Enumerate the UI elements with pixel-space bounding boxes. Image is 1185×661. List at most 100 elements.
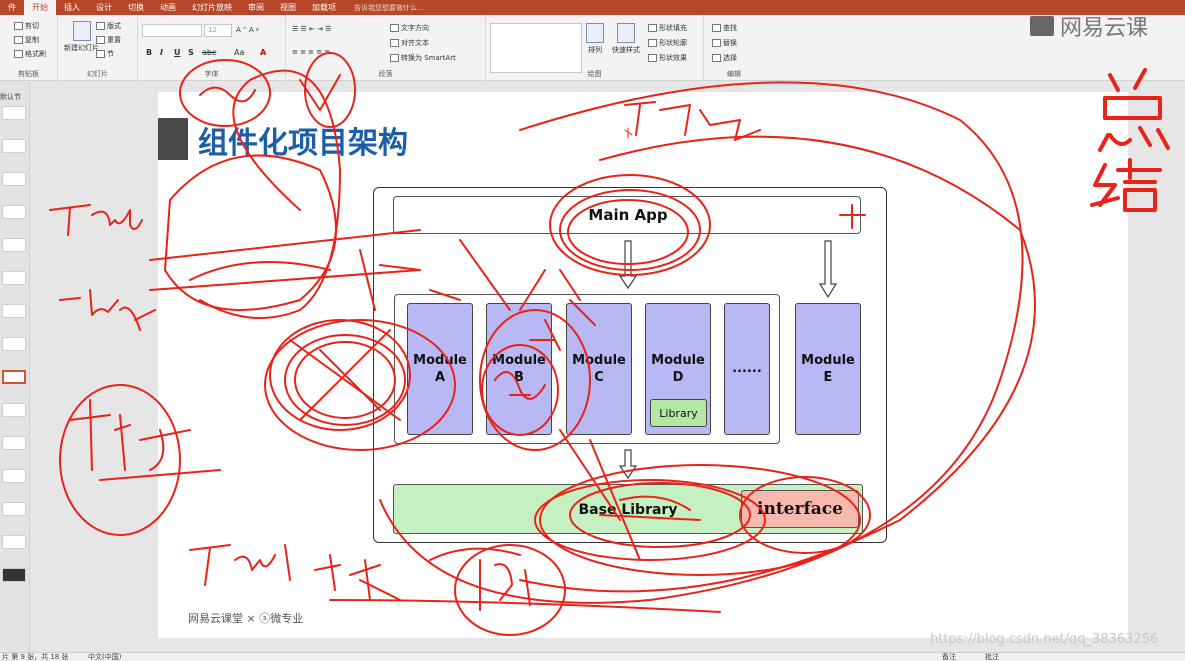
tab-insert[interactable]: 插入 [56,0,88,15]
shadow-button[interactable]: S [188,48,194,57]
replace-label: 替换 [723,39,737,47]
tab-slideshow[interactable]: 幻灯片放映 [184,0,240,15]
comments-button[interactable]: 批注 [985,653,999,661]
arrange-button[interactable]: 排列 [586,23,604,55]
replace-icon [712,39,721,47]
library-box: Library [650,399,707,427]
smartart-button[interactable]: 转换为 SmartArt [390,53,456,63]
pen-icon [648,39,657,47]
find-label: 查找 [723,24,737,32]
slide-thumbnail[interactable] [2,535,26,549]
shape-effects-button[interactable]: 形状效果 [648,53,687,63]
slide-thumbnail[interactable] [2,370,26,384]
tab-animations[interactable]: 动画 [152,0,184,15]
align-icons[interactable]: ≡ ≡ ≡ ≡ ≡ [292,48,330,56]
shape-outline-button[interactable]: 形状轮廓 [648,38,687,48]
slide-thumbnail[interactable] [2,436,26,450]
tell-me-search[interactable]: 告诉我您想要做什么... [354,3,424,13]
slide-canvas[interactable]: 组件化项目架构 Main App Module A Module B Module C… [158,92,1128,638]
select-label: 选择 [723,54,737,62]
drawing-group-label: 绘图 [587,70,602,78]
ribbon-tab-bar: 件 开始 插入 设计 切换 动画 幻灯片放映 审阅 视图 加载项 告诉我您想要做… [0,0,1185,15]
slide-thumbnail[interactable] [2,106,26,120]
bold-button[interactable]: B [146,48,152,57]
netease-watermark-text: 网易云课 [1060,16,1149,41]
csdn-watermark: https://blog.csdn.net/qq_38363256 [930,632,1159,647]
effects-icon [648,54,657,62]
slide-thumbnail[interactable] [2,304,26,318]
strikethrough-button[interactable]: abc [202,48,216,57]
underline-button[interactable]: U [174,48,181,57]
font-size-combo[interactable]: 12 [204,24,232,37]
tab-review[interactable]: 审阅 [240,0,272,15]
format-painter-button[interactable]: 格式刷 [14,49,46,59]
align-text-icon [390,39,399,47]
shapes-gallery[interactable] [490,23,582,73]
module-c-box: Module C [566,303,632,435]
quick-styles-label: 快速样式 [612,46,640,54]
cut-button[interactable]: 剪切 [14,21,39,31]
reset-icon [96,36,105,44]
reset-button[interactable]: 重置 [96,35,121,45]
layout-icon [96,22,105,30]
grow-font-icon[interactable]: A ^ Av [236,26,259,34]
arrange-icon [586,23,604,43]
notes-button[interactable]: 备注 [942,653,956,661]
tab-file[interactable]: 件 [0,0,24,15]
layout-button[interactable]: 版式 [96,21,121,31]
powerpoint-window: 件 开始 插入 设计 切换 动画 幻灯片放映 审阅 视图 加载项 告诉我您想要做… [0,0,1185,661]
quick-styles-icon [617,23,635,43]
text-direction-icon [390,24,399,32]
bullets-icon[interactable]: ☰ ☰ ⇤ ⇥ ☰ [292,25,331,33]
slide-thumbnail-pane: 默认节 [0,82,30,652]
slide-thumbnail[interactable] [2,139,26,153]
find-button[interactable]: 查找 [712,23,737,33]
copy-button[interactable]: 复制 [14,35,39,45]
shape-fill-label: 形状填充 [659,24,687,32]
paragraph-group-label: 段落 [378,70,393,78]
editing-group-label: 编辑 [727,70,741,78]
section-button[interactable]: 节 [96,49,114,59]
slide-thumbnail[interactable] [2,238,26,252]
text-direction-label: 文字方向 [401,24,429,32]
slide-thumbnail[interactable] [2,568,26,582]
module-e-box: Module E [795,303,861,435]
section-title[interactable]: 默认节 [0,92,21,102]
cursor-icon [712,54,721,62]
layout-label: 版式 [107,22,121,30]
language-indicator[interactable]: 中文(中国) [88,653,121,661]
slide-thumbnail[interactable] [2,469,26,483]
search-icon [712,24,721,32]
tab-design[interactable]: 设计 [88,0,120,15]
clipboard-group: 剪切 复制 格式刷 剪贴板 [0,15,58,81]
italic-button[interactable]: I [160,48,163,57]
tab-transitions[interactable]: 切换 [120,0,152,15]
shape-fill-button[interactable]: 形状填充 [648,23,687,33]
quick-styles-button[interactable]: 快速样式 [612,23,640,55]
change-case-button[interactable]: Aa [234,48,244,57]
text-direction-button[interactable]: 文字方向 [390,23,429,33]
smartart-label: 转换为 SmartArt [401,54,456,62]
tab-addins[interactable]: 加载项 [304,0,344,15]
new-slide-button[interactable]: 新建幻灯片 [64,21,99,53]
netease-watermark: 网易云课 [1030,10,1148,42]
slide-thumbnail[interactable] [2,205,26,219]
replace-button[interactable]: 替换 [712,38,737,48]
font-name-combo[interactable] [142,24,202,37]
arrow-main-to-module-e [818,240,838,299]
slides-group: 新建幻灯片 版式 重置 节 幻灯片 [58,15,138,81]
slide-thumbnail[interactable] [2,502,26,516]
module-a-label: Module A [413,353,467,385]
font-color-icon[interactable]: A [260,48,266,57]
align-text-button[interactable]: 对齐文本 [390,38,429,48]
slide-thumbnail[interactable] [2,337,26,351]
tab-view[interactable]: 视图 [272,0,304,15]
paragraph-group: ☰ ☰ ⇤ ⇥ ☰ ≡ ≡ ≡ ≡ ≡ 文字方向 对齐文本 转换为 SmartA… [286,15,486,81]
tab-home[interactable]: 开始 [24,0,56,15]
slide-thumbnail[interactable] [2,403,26,417]
select-button[interactable]: 选择 [712,53,737,63]
slide-thumbnail[interactable] [2,271,26,285]
slide-thumbnail[interactable] [2,172,26,186]
shape-effects-label: 形状效果 [659,54,687,62]
module-a-box: Module A [407,303,473,435]
